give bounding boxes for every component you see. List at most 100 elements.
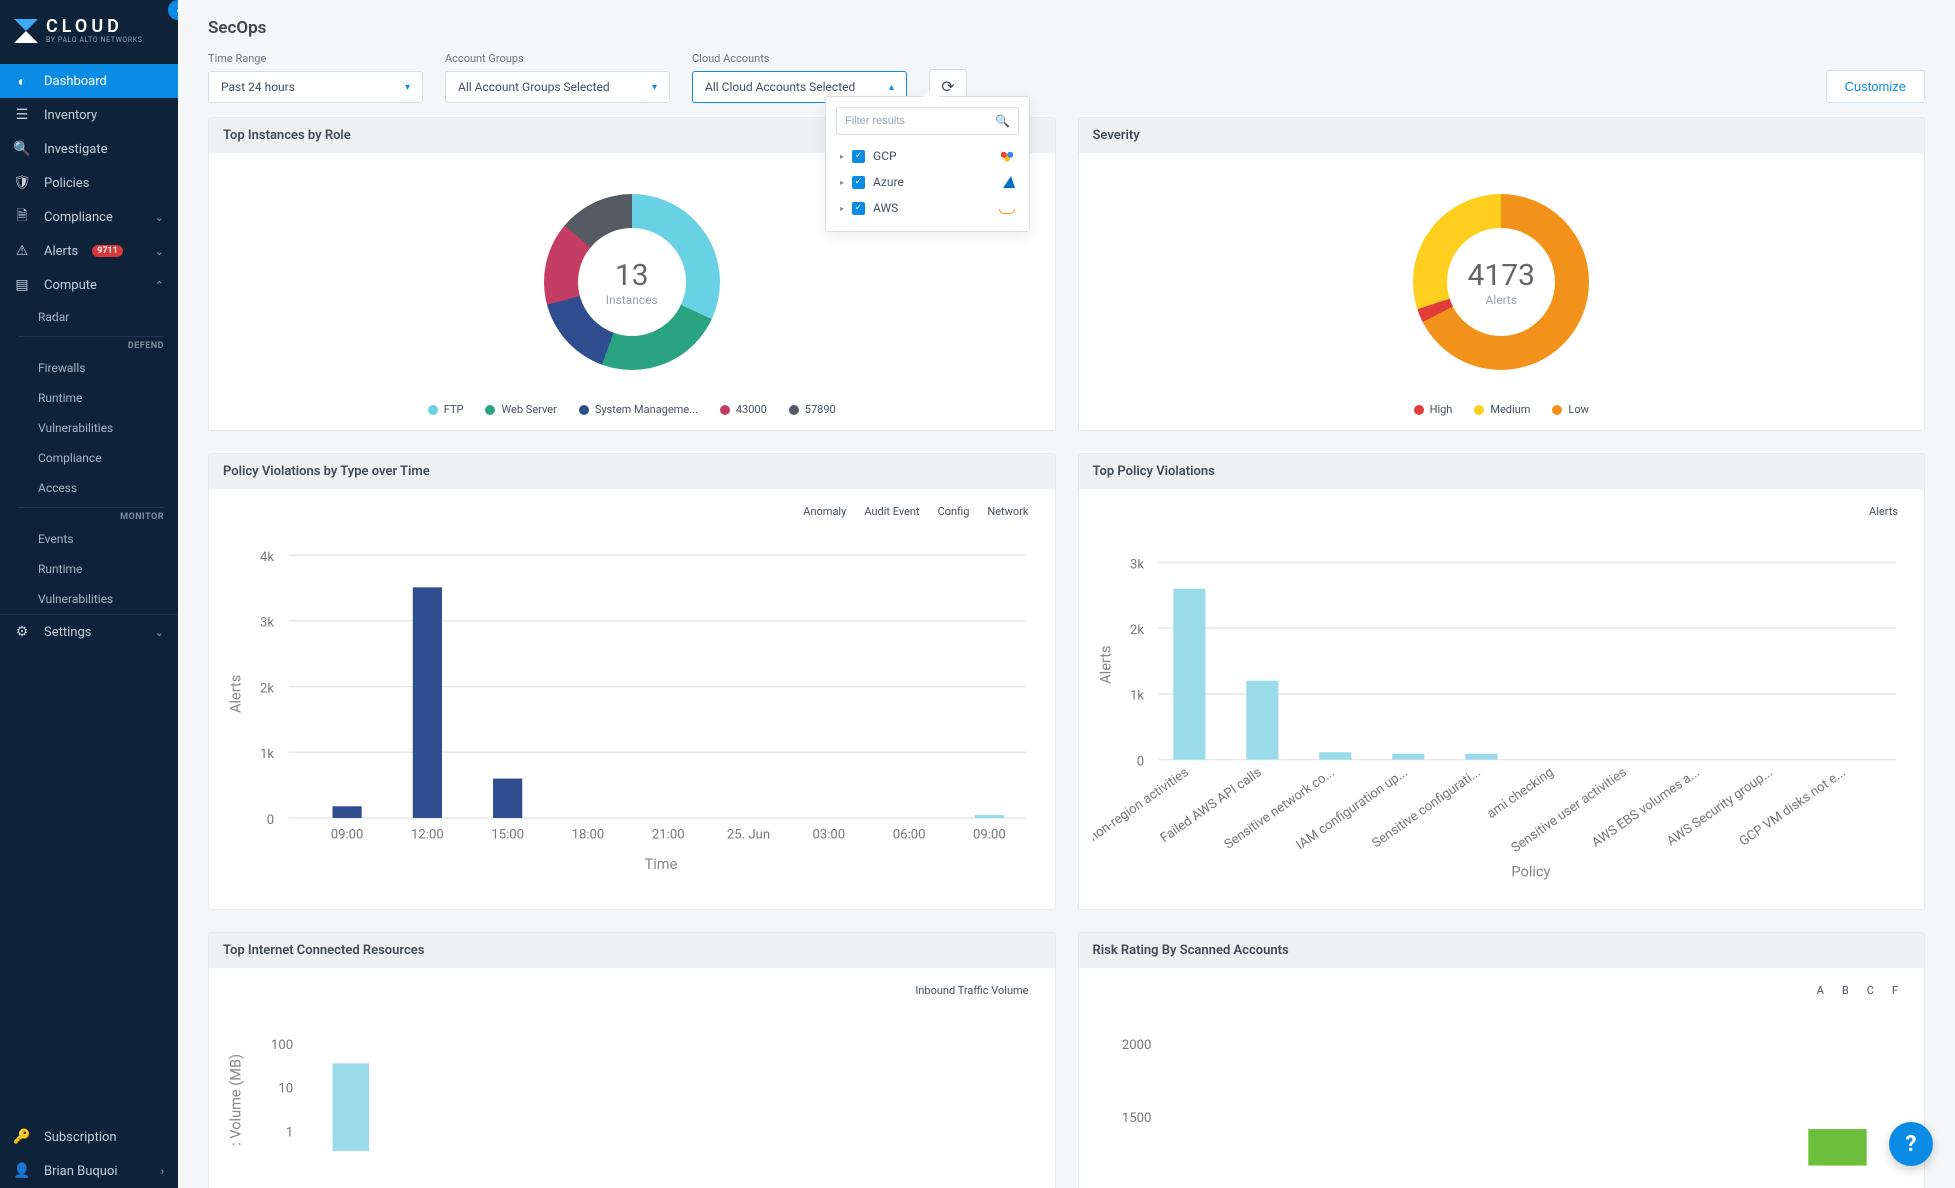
nav-subscription[interactable]: 🔑 Subscription xyxy=(0,1120,178,1154)
nav-dashboard[interactable]: ◐ Dashboard xyxy=(0,64,178,98)
nav-policies[interactable]: 🛡 Policies xyxy=(0,166,178,200)
svg-text:2k: 2k xyxy=(1130,623,1144,638)
svg-text:10: 10 xyxy=(278,1082,293,1097)
nav-user[interactable]: 👤 Brian Buquoi › xyxy=(0,1154,178,1188)
option-label: GCP xyxy=(873,149,897,163)
nav-investigate[interactable]: 🔍 Investigate xyxy=(0,132,178,166)
svg-text:2000: 2000 xyxy=(1121,1038,1151,1053)
card-severity: Severity 4173 Alerts High Medium L xyxy=(1078,117,1926,431)
select-value: All Cloud Accounts Selected xyxy=(705,80,855,94)
magnifier-icon: 🔍 xyxy=(14,141,30,157)
dropdown-option-azure[interactable]: ▸ ✓ Azure xyxy=(826,169,1029,195)
card-title: Top Internet Connected Resources xyxy=(209,933,1055,968)
user-icon: 👤 xyxy=(14,1163,30,1179)
nav-label: Compliance xyxy=(44,210,113,225)
gear-icon: ⚙ xyxy=(14,624,30,640)
dropdown-option-gcp[interactable]: ▸ ✓ GCP xyxy=(826,143,1029,169)
nav-compliance[interactable]: 🗎 Compliance ⌄ xyxy=(0,200,178,234)
top-violations-legend: Alerts xyxy=(1093,503,1911,526)
svg-text:ami checking: ami checking xyxy=(1484,765,1556,822)
checkbox-checked-icon[interactable]: ✓ xyxy=(852,176,865,189)
donut-value: 4173 xyxy=(1468,258,1535,293)
chevron-down-icon: ▾ xyxy=(652,82,657,93)
svg-text:Time: Time xyxy=(645,855,678,873)
nav-alerts[interactable]: ⚠ Alerts 9711 ⌄ xyxy=(0,234,178,268)
refresh-icon: ⟳ xyxy=(941,77,954,96)
legend-item: Web Server xyxy=(501,403,556,416)
nav-label: Alerts xyxy=(44,244,78,259)
subnav-access[interactable]: Access xyxy=(0,473,178,503)
chevron-up-icon: ⌃ xyxy=(155,279,164,292)
subnav-firewalls[interactable]: Firewalls xyxy=(0,353,178,383)
donut-value: 13 xyxy=(615,258,649,293)
legend-item: Inbound Traffic Volume xyxy=(915,984,1028,997)
dropdown-option-aws[interactable]: ▸ ✓ AWS xyxy=(826,195,1029,221)
nav-inventory[interactable]: ☰ Inventory xyxy=(0,98,178,132)
subnav-runtime-monitor[interactable]: Runtime xyxy=(0,554,178,584)
key-icon: 🔑 xyxy=(14,1129,30,1145)
main-content: SecOps Time Range Past 24 hours ▾ Accoun… xyxy=(178,0,1955,1188)
policy-time-bar-chart: 0 1k 2k 3k 4k 09:00 12:00 15:00 xyxy=(223,526,1041,891)
azure-logo-icon xyxy=(1003,176,1015,188)
brand-name: CLOUD xyxy=(46,18,143,37)
svg-text:2k: 2k xyxy=(260,681,274,696)
svg-text:4k: 4k xyxy=(260,550,274,565)
checkbox-checked-icon[interactable]: ✓ xyxy=(852,150,865,163)
subnav-vulnerabilities-monitor[interactable]: Vulnerabilities xyxy=(0,584,178,614)
alerts-count-badge: 9711 xyxy=(92,245,123,257)
legend-item: Config xyxy=(938,505,970,518)
dashboard-cards: Top Instances by Role 13 Instances FTP W… xyxy=(208,117,1925,1188)
subnav-events[interactable]: Events xyxy=(0,524,178,554)
svg-text:15:00: 15:00 xyxy=(491,827,524,842)
nav-settings[interactable]: ⚙ Settings ⌄ xyxy=(0,615,178,649)
nav-compute[interactable]: ▤ Compute ⌃ xyxy=(0,268,178,302)
svg-text:09:00: 09:00 xyxy=(331,827,364,842)
nav-label: Policies xyxy=(44,176,89,191)
user-name: Brian Buquoi xyxy=(44,1164,118,1179)
svg-text:12:00: 12:00 xyxy=(411,827,444,842)
risk-rating-bar-chart: 2000 1500 xyxy=(1093,1005,1911,1180)
customize-button[interactable]: Customize xyxy=(1826,70,1925,103)
subnav-compliance-defend[interactable]: Compliance xyxy=(0,443,178,473)
top-violations-bar-chart: 0 1k 2k 3k non-region activities Failed … xyxy=(1093,526,1911,891)
option-label: AWS xyxy=(873,201,898,215)
search-icon: 🔍 xyxy=(995,114,1010,128)
chevron-up-icon: ▴ xyxy=(889,82,894,93)
help-button[interactable]: ? xyxy=(1889,1122,1933,1166)
svg-text:100: 100 xyxy=(271,1038,293,1053)
svg-text:Alerts: Alerts xyxy=(227,675,245,713)
dropdown-search-input[interactable] xyxy=(845,115,995,127)
checkbox-checked-icon[interactable]: ✓ xyxy=(852,202,865,215)
policy-time-legend: Anomaly Audit Event Config Network xyxy=(223,503,1041,526)
alert-icon: ⚠ xyxy=(14,243,30,259)
caret-right-icon: ▸ xyxy=(840,178,844,187)
chevron-right-icon: › xyxy=(161,1165,164,1178)
list-icon: ☰ xyxy=(14,107,30,123)
legend-item: Low xyxy=(1568,403,1588,416)
legend-item: 43000 xyxy=(736,403,767,416)
nav-label: Subscription xyxy=(44,1130,117,1145)
subnav-runtime-defend[interactable]: Runtime xyxy=(0,383,178,413)
svg-text:1k: 1k xyxy=(260,747,274,762)
internet-resources-bar-chart: 100 10 1 : Volume (MB) xyxy=(223,1005,1041,1180)
svg-text:25. Jun: 25. Jun xyxy=(727,827,770,842)
select-value: All Account Groups Selected xyxy=(458,80,610,94)
svg-text:1k: 1k xyxy=(1130,689,1144,704)
legend-item: Network xyxy=(987,505,1028,518)
question-icon: ? xyxy=(1906,1132,1917,1157)
card-title: Risk Rating By Scanned Accounts xyxy=(1079,933,1925,968)
dropdown-search[interactable]: 🔍 xyxy=(836,107,1019,135)
legend-item: FTP xyxy=(444,403,464,416)
filter-label: Account Groups xyxy=(445,52,670,65)
select-account-groups[interactable]: All Account Groups Selected ▾ xyxy=(445,71,670,103)
filter-label: Time Range xyxy=(208,52,423,65)
legend-item: F xyxy=(1892,984,1898,997)
svg-text:Alerts: Alerts xyxy=(1096,645,1114,683)
select-value: Past 24 hours xyxy=(221,80,295,94)
card-title: Top Policy Violations xyxy=(1079,454,1925,489)
instances-donut-chart: 13 Instances xyxy=(544,194,720,370)
card-internet-resources: Top Internet Connected Resources Inbound… xyxy=(208,932,1056,1188)
subnav-radar[interactable]: Radar xyxy=(0,302,178,332)
subnav-vulnerabilities-defend[interactable]: Vulnerabilities xyxy=(0,413,178,443)
select-time-range[interactable]: Past 24 hours ▾ xyxy=(208,71,423,103)
